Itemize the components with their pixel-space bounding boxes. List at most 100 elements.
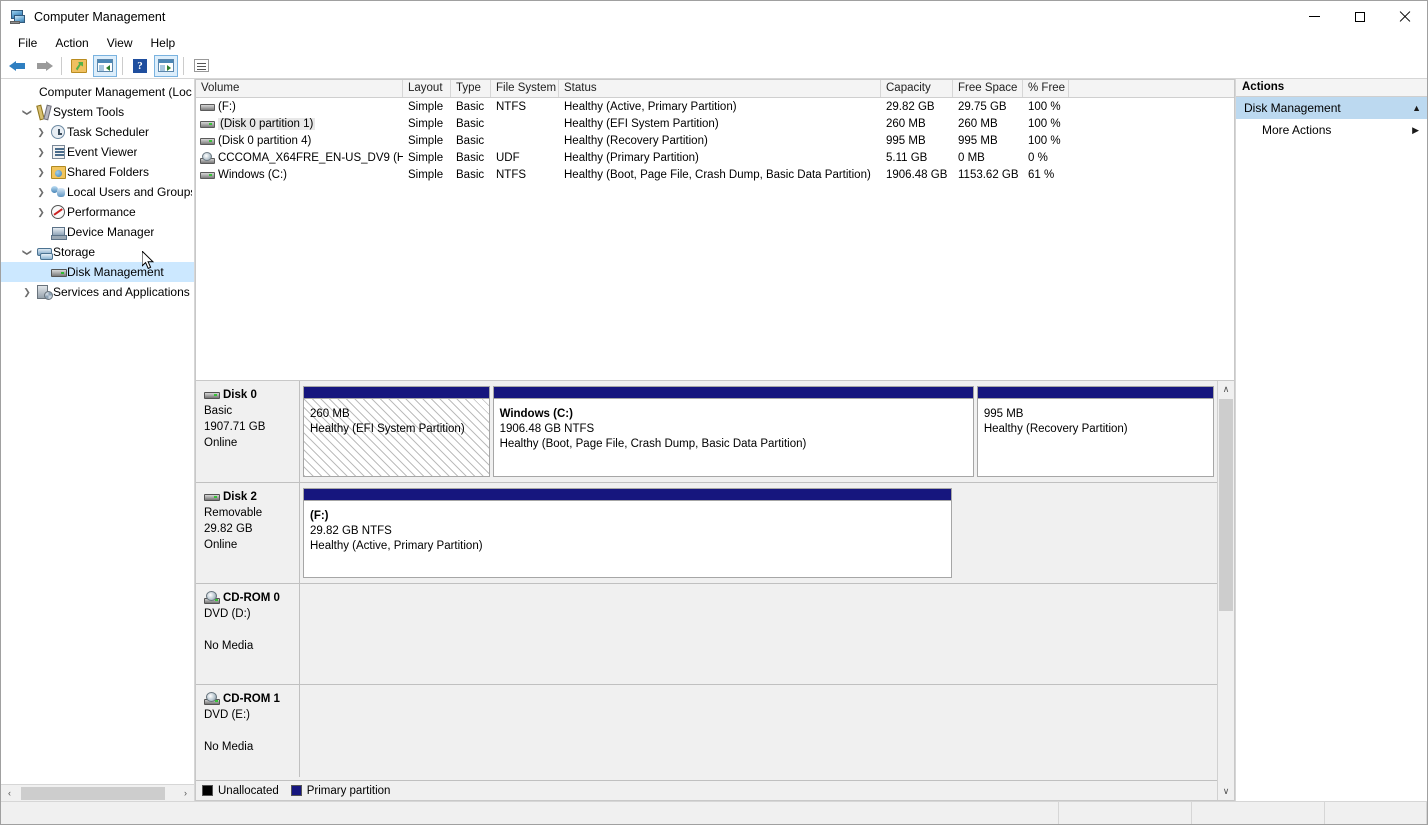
tree-horizontal-scrollbar[interactable]: ‹ › <box>1 784 194 801</box>
disk-partitions: 260 MB Healthy (EFI System Partition) Wind… <box>300 381 1217 482</box>
disk-row-disk-0[interactable]: Disk 0 Basic 1907.71 GB Online 260 MB Healthy… <box>196 381 1217 483</box>
tree-item-label: Event Viewer <box>67 145 138 159</box>
chevron-right-icon[interactable] <box>33 128 49 137</box>
scroll-down-arrow[interactable]: ∨ <box>1218 783 1234 800</box>
maximize-button[interactable] <box>1337 1 1382 32</box>
cell-volume: Windows (C:) <box>196 169 403 181</box>
menu-action[interactable]: Action <box>46 34 97 52</box>
column-header-status[interactable]: Status <box>559 80 881 97</box>
disk-info-panel[interactable]: Disk 0 Basic 1907.71 GB Online <box>196 381 300 482</box>
volume-row[interactable]: CCCOMA_X64FRE_EN-US_DV9 (H:) Simple Basic U… <box>196 149 1234 166</box>
volume-row[interactable]: (Disk 0 partition 4) Simple Basic Healthy (… <box>196 132 1234 149</box>
tree-item-system-tools[interactable]: System Tools <box>1 102 194 122</box>
partition-block[interactable]: (F:) 29.82 GB NTFS Healthy (Active, Primar… <box>303 488 952 578</box>
column-header-layout[interactable]: Layout <box>403 80 451 97</box>
help-button[interactable]: ? <box>128 55 152 77</box>
cell-file-system: NTFS <box>496 168 527 181</box>
actions-disk-management-group[interactable]: Disk Management ▲ <box>1236 97 1427 119</box>
disk-management-pane: Volume Layout Type File System Status Capacit… <box>195 79 1235 801</box>
menu-view[interactable]: View <box>98 34 142 52</box>
chevron-right-icon[interactable] <box>33 148 49 157</box>
forward-button[interactable] <box>32 55 56 77</box>
disk-info-line: Removable <box>204 507 263 519</box>
disk-legend: Unallocated Primary partition <box>196 780 1217 800</box>
disk-row-cd-rom-1[interactable]: CD-ROM 1 DVD (E:) No Media <box>196 685 1217 777</box>
tree-item-task-scheduler[interactable]: Task Scheduler <box>1 122 194 142</box>
disk-partitions: (F:) 29.82 GB NTFS Healthy (Active, Primar… <box>300 483 1217 583</box>
cell-layout: Simple <box>408 134 444 147</box>
column-header-type[interactable]: Type <box>451 80 491 97</box>
legend-swatch <box>202 785 213 796</box>
show-hide-action-pane-button[interactable] <box>154 54 178 77</box>
disk-info-line: Basic <box>204 405 233 417</box>
tree-item-disk-management[interactable]: Disk Management <box>1 262 194 282</box>
chevron-right-icon[interactable] <box>33 208 49 217</box>
partition-size: 1906.48 GB NTFS <box>499 423 595 435</box>
status-cell-4 <box>1325 802 1427 824</box>
partition-capacity-bar <box>493 387 973 399</box>
column-header-file-system[interactable]: File System <box>491 80 559 97</box>
tree-scroll-thumb[interactable] <box>21 786 165 800</box>
partition-block[interactable]: Windows (C:) 1906.48 GB NTFS Healthy (Boot… <box>492 386 974 477</box>
scroll-left-arrow[interactable]: ‹ <box>1 786 18 801</box>
chevron-down-icon[interactable] <box>19 108 35 117</box>
actions-more-actions-label: More Actions <box>1262 123 1332 137</box>
volume-row[interactable]: (F:) Simple Basic NTFS Healthy (Active, Prim… <box>196 98 1234 115</box>
action-pane-icon <box>158 59 174 72</box>
disk-row-cd-rom-0[interactable]: CD-ROM 0 DVD (D:) No Media <box>196 584 1217 685</box>
tree-item-computer-management-local[interactable]: Computer Management (Local <box>1 82 194 102</box>
cell-capacity: 260 MB <box>886 117 926 130</box>
column-header-free-space[interactable]: Free Space <box>953 80 1023 97</box>
menu-file[interactable]: File <box>9 34 46 52</box>
chevron-right-icon[interactable] <box>19 288 35 297</box>
column-header-volume[interactable]: Volume <box>196 80 403 97</box>
tree-item-services-and-applications[interactable]: Services and Applications <box>1 282 194 302</box>
chevron-right-icon[interactable] <box>33 168 49 177</box>
disk-vertical-scrollbar[interactable]: ∧ ∨ <box>1217 381 1234 800</box>
partition-block[interactable]: 260 MB Healthy (EFI System Partition) <box>303 386 490 477</box>
close-button[interactable] <box>1382 1 1427 32</box>
cell-capacity: 1906.48 GB <box>886 168 948 181</box>
minimize-button[interactable] <box>1292 1 1337 32</box>
disk-info-panel[interactable]: CD-ROM 1 DVD (E:) No Media <box>196 685 300 777</box>
legend-label: Unallocated <box>218 784 279 797</box>
cell-free-space: 0 MB <box>958 151 985 164</box>
chevron-right-icon[interactable] <box>33 188 49 197</box>
properties-button[interactable] <box>189 55 213 77</box>
toolbar-separator-2 <box>122 56 123 75</box>
cell-free-space: 260 MB <box>958 117 998 130</box>
storage-icon <box>35 246 53 260</box>
tree-item-storage[interactable]: Storage <box>1 242 194 262</box>
actions-more-actions[interactable]: More Actions ▶ <box>1236 119 1427 141</box>
tree-scroll-track[interactable] <box>18 786 177 801</box>
volume-row[interactable]: (Disk 0 partition 1) Simple Basic Healthy (… <box>196 115 1234 132</box>
partition-block[interactable]: 995 MB Healthy (Recovery Partition) <box>976 386 1214 477</box>
disk-scroll-thumb[interactable] <box>1219 399 1233 611</box>
chevron-down-icon[interactable] <box>19 248 35 257</box>
close-icon <box>1399 11 1411 23</box>
tree-item-performance[interactable]: Performance <box>1 202 194 222</box>
menu-help[interactable]: Help <box>142 34 185 52</box>
tree-item-shared-folders[interactable]: Shared Folders <box>1 162 194 182</box>
disk-row-disk-2[interactable]: Disk 2 Removable 29.82 GB Online (F:) 29.82 G… <box>196 483 1217 584</box>
disk-info-panel[interactable]: CD-ROM 0 DVD (D:) No Media <box>196 584 300 684</box>
volume-list-rows: (F:) Simple Basic NTFS Healthy (Active, Prim… <box>196 98 1234 183</box>
disk-scroll-track[interactable] <box>1218 398 1234 783</box>
column-header-capacity[interactable]: Capacity <box>881 80 953 97</box>
disk-name: Disk 0 <box>223 389 257 401</box>
partition-capacity-bar <box>977 387 1213 399</box>
scroll-up-arrow[interactable]: ∧ <box>1218 381 1234 398</box>
cell-percent-free: 100 % <box>1028 100 1061 113</box>
column-header-free[interactable]: % Free <box>1023 80 1069 97</box>
volume-row[interactable]: Windows (C:) Simple Basic NTFS Healthy (Boot… <box>196 166 1234 183</box>
tree-item-device-manager[interactable]: Device Manager <box>1 222 194 242</box>
tree-item-local-users-and-groups[interactable]: Local Users and Groups <box>1 182 194 202</box>
partition-status: Healthy (EFI System Partition) <box>310 423 465 435</box>
up-folder-button[interactable] <box>67 55 91 77</box>
disk-info-panel[interactable]: Disk 2 Removable 29.82 GB Online <box>196 483 300 583</box>
tree-item-event-viewer[interactable]: Event Viewer <box>1 142 194 162</box>
show-hide-console-tree-button[interactable] <box>93 54 117 77</box>
back-button[interactable] <box>6 55 30 77</box>
scroll-right-arrow[interactable]: › <box>177 786 194 801</box>
volume-name: (F:) <box>218 100 236 113</box>
